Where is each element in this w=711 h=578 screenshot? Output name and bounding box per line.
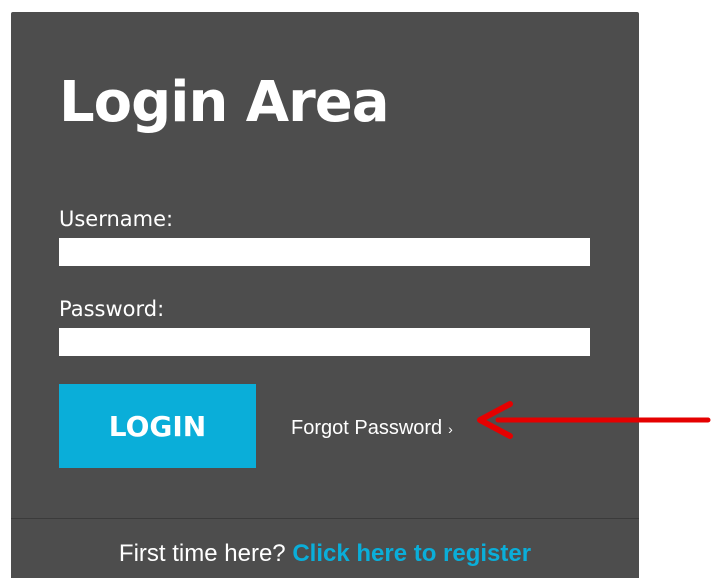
register-link[interactable]: Click here to register [292,540,531,567]
forgot-password-link[interactable]: Forgot Password › [291,416,453,441]
footer-divider [11,518,639,519]
username-label: Username: [59,207,174,231]
page-title: Login Area [59,70,390,135]
red-arrow-icon [477,401,711,439]
login-button[interactable]: LOGIN [59,384,256,468]
forgot-password-label: Forgot Password [291,417,443,439]
first-time-prompt: First time here? [118,540,286,567]
username-input[interactable] [59,238,590,266]
chevron-right-icon: › [448,420,453,437]
password-input[interactable] [59,328,590,356]
register-footer: First time here? Click here to register [11,538,639,570]
login-panel: Login Area Username: Password: LOGIN For… [11,12,639,578]
password-label: Password: [59,297,165,321]
